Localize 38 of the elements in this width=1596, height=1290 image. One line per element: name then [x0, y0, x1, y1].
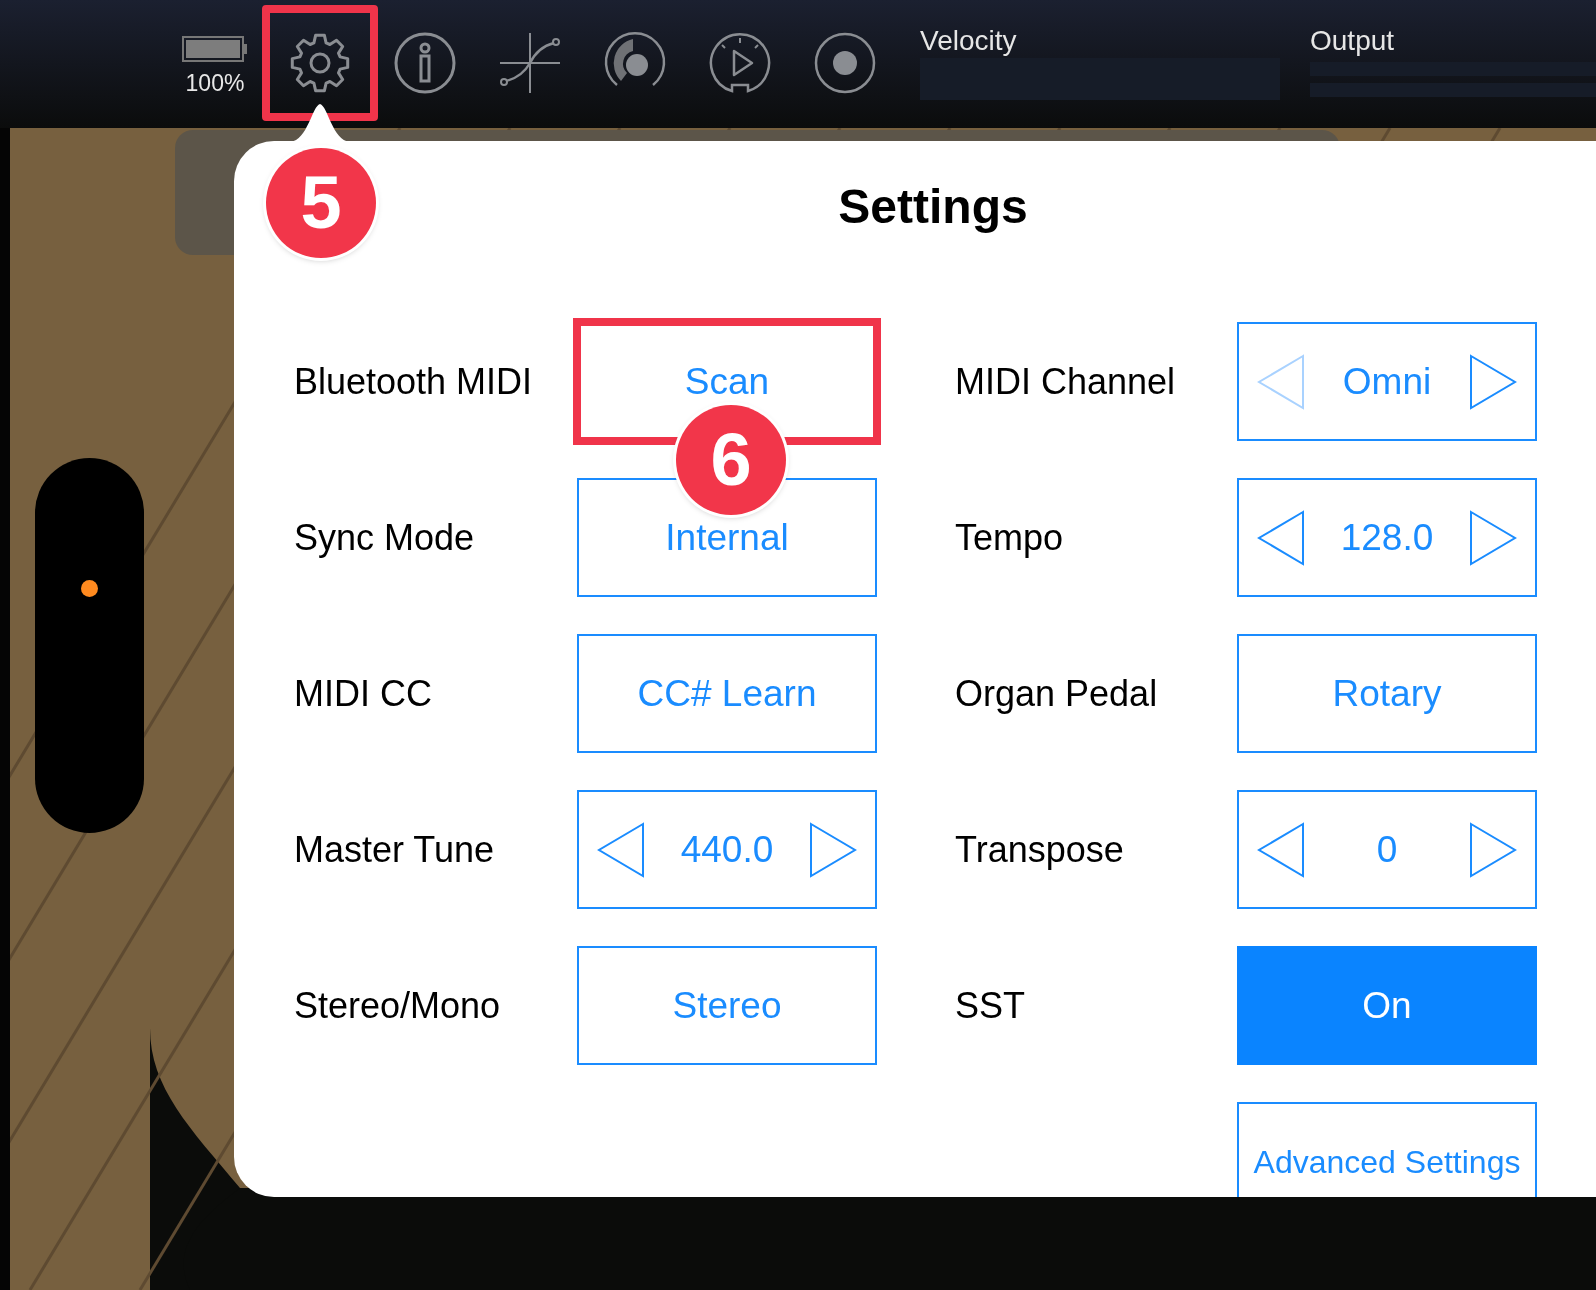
setting-label: Organ Pedal [954, 672, 1159, 715]
setting-label: MIDI Channel [954, 360, 1177, 403]
setting-label: Stereo/Mono [294, 984, 502, 1027]
stepper-value: 0 [1376, 831, 1398, 868]
wheel-thumb[interactable] [81, 580, 98, 597]
panel-title: Settings [838, 182, 1028, 232]
decrement-arrow-icon[interactable] [597, 821, 645, 878]
setting-label: Master Tune [294, 828, 496, 871]
setting-label: SST [954, 984, 1026, 1027]
setting-button[interactable]: Stereo [577, 946, 877, 1065]
record-icon [813, 31, 877, 95]
meter-label: Output [1310, 24, 1396, 58]
setting-label: MIDI CC [294, 672, 433, 715]
settings-icon [288, 31, 352, 95]
increment-arrow-icon[interactable] [1469, 821, 1517, 878]
play-dial-icon [708, 31, 772, 95]
increment-arrow-icon[interactable] [1469, 509, 1517, 566]
stepper-value: Omni [1342, 363, 1432, 400]
info-icon [393, 31, 457, 95]
toggle-button[interactable]: On [1237, 946, 1537, 1065]
stepper-value: 128.0 [1340, 519, 1434, 556]
setting-label: Transpose [954, 828, 1125, 871]
setting-label: Bluetooth MIDI [294, 360, 534, 403]
setting-button[interactable]: CC# Learn [577, 634, 877, 753]
increment-arrow-icon[interactable] [1469, 353, 1517, 410]
setting-label: Sync Mode [294, 516, 476, 559]
advanced-settings-button[interactable]: Advanced Settings [1237, 1102, 1537, 1197]
battery-percentage: 100% [185, 70, 245, 97]
battery-icon [182, 36, 248, 62]
decrement-arrow-icon[interactable] [1257, 509, 1305, 566]
setting-label: Tempo [954, 516, 1065, 559]
increment-arrow-icon[interactable] [809, 821, 857, 878]
curve-icon [498, 31, 562, 95]
setting-button[interactable]: Rotary [1237, 634, 1537, 753]
decrement-arrow-icon[interactable] [1257, 821, 1305, 878]
settings-button[interactable] [262, 5, 378, 121]
stepper-value: 440.0 [680, 831, 774, 868]
meter-label: Velocity [920, 24, 1018, 58]
